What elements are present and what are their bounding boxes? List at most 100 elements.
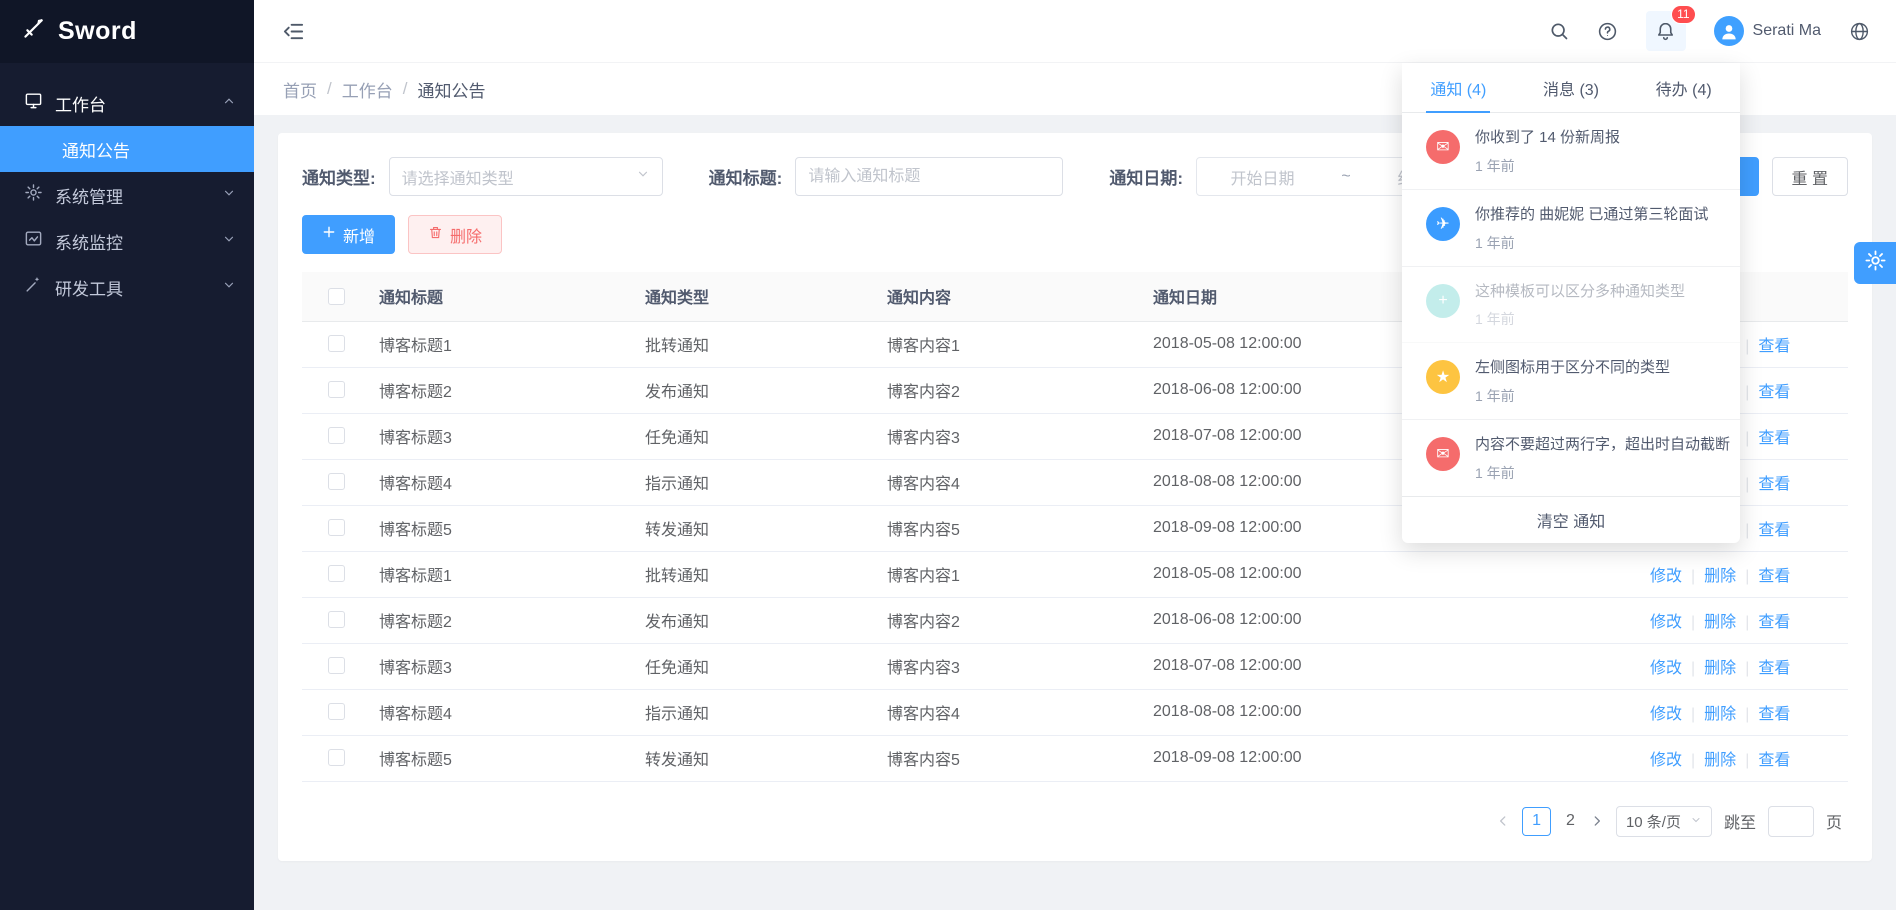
edit-link[interactable]: 修改 — [1650, 568, 1682, 585]
sword-icon — [20, 16, 46, 47]
cell-title: 博客标题3 — [379, 413, 645, 459]
cell-content: 博客内容2 — [887, 367, 1153, 413]
sidebar-item-dev-tools[interactable]: 研发工具 — [0, 264, 254, 310]
edit-link[interactable]: 修改 — [1650, 660, 1682, 677]
view-link[interactable]: 查看 — [1758, 752, 1790, 769]
cell-title: 博客标题4 — [379, 459, 645, 505]
sidebar-menu: 工作台 通知公告 系统管理 — [0, 63, 254, 310]
action-separator: | — [1745, 476, 1749, 493]
sidebar-item-system-monitor[interactable]: 系统监控 — [0, 218, 254, 264]
notification-time: 1 年前 — [1475, 463, 1730, 483]
action-separator: | — [1745, 660, 1749, 677]
add-button[interactable]: 新增 — [302, 215, 395, 254]
row-checkbox[interactable] — [328, 657, 345, 674]
delete-button[interactable]: 删除 — [408, 215, 502, 254]
breadcrumb-workbench[interactable]: 工作台 — [342, 77, 393, 102]
chevron-down-icon — [222, 185, 236, 205]
cell-date: 2018-09-08 12:00:00 — [1153, 735, 1650, 781]
notice-title-input[interactable] — [795, 157, 1063, 196]
topbar-right: 11 Serati Ma — [1549, 11, 1870, 51]
filter-title-label: 通知标题: — [709, 164, 783, 189]
edit-link[interactable]: 修改 — [1650, 614, 1682, 631]
edit-link[interactable]: 修改 — [1650, 706, 1682, 723]
cell-content: 博客内容5 — [887, 735, 1153, 781]
sidebar-item-label: 研发工具 — [55, 275, 222, 300]
row-checkbox[interactable] — [328, 519, 345, 536]
tab-messages[interactable]: 消息 (3) — [1515, 63, 1628, 112]
chevron-down-icon — [636, 167, 650, 186]
breadcrumb-separator: / — [403, 79, 408, 99]
view-link[interactable]: 查看 — [1758, 522, 1790, 539]
tab-todos[interactable]: 待办 (4) — [1627, 63, 1740, 112]
view-link[interactable]: 查看 — [1758, 614, 1790, 631]
page-number-2[interactable]: 2 — [1563, 812, 1578, 830]
notice-type-select[interactable]: 请选择通知类型 — [389, 157, 663, 196]
filter-title-group: 通知标题: — [709, 157, 1064, 196]
edit-link[interactable]: 修改 — [1650, 752, 1682, 769]
delete-link[interactable]: 删除 — [1704, 660, 1736, 677]
theme-settings-button[interactable] — [1854, 242, 1896, 284]
user-menu[interactable]: Serati Ma — [1714, 16, 1821, 46]
notification-item-read[interactable]: + 这种模板可以区分多种通知类型 1 年前 — [1402, 267, 1740, 344]
view-link[interactable]: 查看 — [1758, 568, 1790, 585]
prev-page-button[interactable] — [1496, 814, 1510, 828]
notification-item[interactable]: ✈ 你推荐的 曲妮妮 已通过第三轮面试 1 年前 — [1402, 190, 1740, 267]
view-link[interactable]: 查看 — [1758, 706, 1790, 723]
jump-page-input[interactable] — [1768, 806, 1814, 837]
filter-type-label: 通知类型: — [302, 164, 376, 189]
app-logo[interactable]: Sword — [0, 0, 254, 63]
delete-link[interactable]: 删除 — [1704, 614, 1736, 631]
delete-link[interactable]: 删除 — [1704, 752, 1736, 769]
notification-body: 你推荐的 曲妮妮 已通过第三轮面试 1 年前 — [1475, 204, 1708, 253]
cell-date: 2018-05-08 12:00:00 — [1153, 551, 1650, 597]
notifications-bell-button[interactable]: 11 — [1646, 11, 1686, 51]
view-link[interactable]: 查看 — [1758, 660, 1790, 677]
view-link[interactable]: 查看 — [1758, 384, 1790, 401]
action-separator: | — [1745, 614, 1749, 631]
action-separator: | — [1691, 752, 1695, 769]
sidebar-item-workbench[interactable]: 工作台 — [0, 80, 254, 126]
next-page-button[interactable] — [1590, 814, 1604, 828]
notification-item[interactable]: ✉ 你收到了 14 份新周报 1 年前 — [1402, 113, 1740, 190]
row-checkbox[interactable] — [328, 611, 345, 628]
select-all-checkbox[interactable] — [328, 288, 345, 305]
view-link[interactable]: 查看 — [1758, 476, 1790, 493]
breadcrumb-home[interactable]: 首页 — [283, 77, 317, 102]
sidebar-item-system-manage[interactable]: 系统管理 — [0, 172, 254, 218]
row-checkbox[interactable] — [328, 749, 345, 766]
send-icon: ✈ — [1426, 207, 1460, 241]
row-checkbox[interactable] — [328, 427, 345, 444]
breadcrumb-current: 通知公告 — [417, 77, 485, 102]
sidebar-item-notice[interactable]: 通知公告 — [0, 126, 254, 172]
delete-link[interactable]: 删除 — [1704, 568, 1736, 585]
notification-item[interactable]: ★ 左侧图标用于区分不同的类型 1 年前 — [1402, 343, 1740, 420]
cell-title: 博客标题1 — [379, 321, 645, 367]
notification-item[interactable]: ✉ 内容不要超过两行字，超出时自动截断 1 年前 — [1402, 420, 1740, 497]
plus-icon: + — [1426, 284, 1460, 318]
bell-icon — [1655, 21, 1676, 42]
user-name: Serati Ma — [1753, 22, 1821, 40]
select-placeholder: 请选择通知类型 — [402, 165, 514, 189]
cell-title: 博客标题5 — [379, 505, 645, 551]
clear-notifications-button[interactable]: 清空 通知 — [1402, 497, 1740, 543]
table-row: 博客标题3 任免通知 博客内容3 2018-07-08 12:00:00 修改|… — [302, 643, 1848, 689]
chevron-up-icon — [222, 93, 236, 113]
sidebar-collapse-button[interactable] — [282, 20, 305, 43]
delete-link[interactable]: 删除 — [1704, 706, 1736, 723]
search-icon[interactable] — [1549, 21, 1569, 41]
filter-date-label: 通知日期: — [1109, 164, 1183, 189]
row-checkbox[interactable] — [328, 565, 345, 582]
row-checkbox[interactable] — [328, 473, 345, 490]
row-checkbox[interactable] — [328, 335, 345, 352]
page-number-1[interactable]: 1 — [1522, 807, 1551, 836]
tab-notifications[interactable]: 通知 (4) — [1402, 63, 1515, 112]
reset-button[interactable]: 重 置 — [1772, 157, 1848, 196]
row-checkbox[interactable] — [328, 703, 345, 720]
view-link[interactable]: 查看 — [1758, 338, 1790, 355]
view-link[interactable]: 查看 — [1758, 430, 1790, 447]
page-size-select[interactable]: 10 条/页 — [1616, 806, 1712, 837]
help-icon[interactable] — [1597, 21, 1618, 42]
language-globe-icon[interactable] — [1849, 21, 1870, 42]
row-checkbox[interactable] — [328, 381, 345, 398]
column-header-content: 通知内容 — [887, 272, 1153, 321]
